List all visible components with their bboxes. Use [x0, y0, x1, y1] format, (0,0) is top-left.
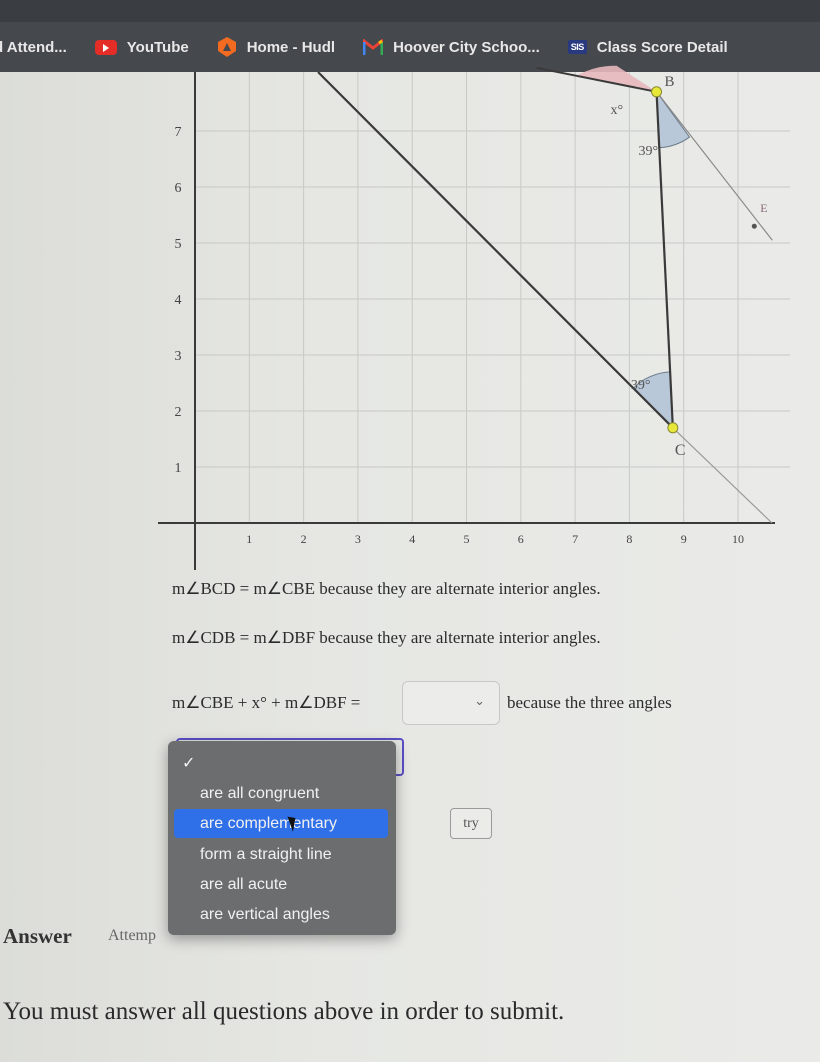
- x-tick-label: 10: [732, 532, 744, 546]
- x-tick-label: 1: [246, 532, 252, 546]
- chevron-down-icon: ⌄: [474, 694, 485, 709]
- x-tick-label: 3: [355, 532, 361, 546]
- option-are-complementary[interactable]: are complementary: [174, 809, 388, 838]
- x-tick-label: 7: [572, 532, 578, 546]
- x-tick-label: 5: [464, 532, 470, 546]
- statement-3-left: m∠CBE + x° + m∠DBF =: [172, 693, 361, 712]
- answer-dropdown[interactable]: ⌄: [402, 681, 500, 725]
- label-angle-C: 39°: [631, 378, 651, 393]
- y-tick-label: 6: [175, 181, 182, 196]
- y-tick-label: 1: [175, 461, 182, 476]
- label-C: C: [675, 442, 686, 459]
- label-E: E: [760, 201, 767, 215]
- x-tick-label: 8: [626, 532, 632, 546]
- geometry-figure: B C Ex° 39° 39°: [317, 65, 773, 524]
- x-tick-label: 2: [301, 532, 307, 546]
- point-E: [751, 223, 757, 229]
- ray-BE: [656, 91, 773, 241]
- y-tick-label: 4: [175, 293, 182, 308]
- statement-2: m∠CDB = m∠DBF because they are alternate…: [172, 628, 601, 647]
- submit-message: You must answer all questions above in o…: [3, 998, 565, 1025]
- y-tick-label: 2: [175, 405, 182, 420]
- label-angle-B: 39°: [639, 144, 659, 159]
- x-tick-label: 6: [518, 532, 524, 546]
- try-button[interactable]: try: [450, 808, 492, 839]
- coordinate-graph: 1 2 3 4 5 6 7 8 9 10 1 2 3 4 5 6 7 B C Ex° 39° 39°: [158, 65, 790, 570]
- label-x-angle: x°: [611, 103, 624, 118]
- checkmark-icon: ✓: [182, 753, 196, 772]
- point-C: [667, 422, 679, 434]
- segment-line-to-C: [317, 71, 674, 429]
- option-are-all-acute[interactable]: are all acute: [174, 870, 388, 899]
- statement-3-right: because the three angles: [507, 693, 672, 712]
- y-tick-label: 7: [175, 125, 182, 140]
- answer-label: Answer: [3, 924, 72, 948]
- point-B: [651, 86, 663, 98]
- option-are-all-congruent[interactable]: are all congruent: [174, 779, 388, 808]
- angle-arc-B: [655, 90, 691, 149]
- tick-labels: 1 2 3 4 5 6 7 8 9 10 1 2 3 4 5 6 7: [175, 125, 745, 546]
- x-tick-label: 4: [409, 532, 415, 546]
- statement-1: m∠BCD = m∠CBE because they are alternate…: [172, 579, 601, 598]
- y-tick-label: 5: [175, 237, 182, 252]
- x-tick-label: 9: [681, 532, 687, 546]
- option-are-vertical-angles[interactable]: are vertical angles: [174, 900, 388, 929]
- y-tick-label: 3: [175, 349, 182, 364]
- label-B: B: [665, 74, 675, 90]
- attempt-label: Attemp: [108, 927, 156, 944]
- option-form-a-straight-line[interactable]: form a straight line: [174, 840, 388, 869]
- ray-C-extension: [672, 427, 773, 524]
- dropdown-menu: ✓ are all congruent are complementary fo…: [168, 741, 396, 935]
